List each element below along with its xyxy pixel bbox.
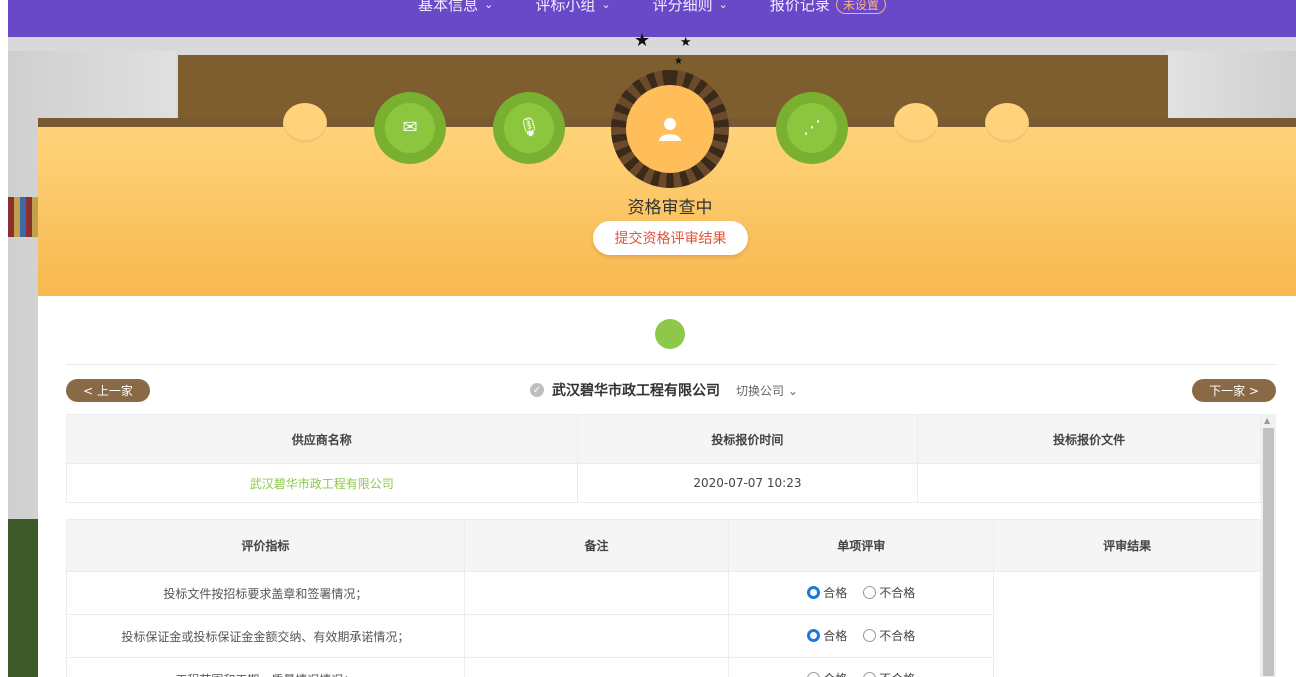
vertical-scrollbar[interactable]: ▲ <box>1261 414 1276 677</box>
single-review-cell: 合格 不合格 <box>728 657 995 677</box>
table-header-row: 供应商名称 投标报价时间 投标报价文件 <box>66 414 1261 464</box>
scroll-up-icon[interactable]: ▲ <box>1264 416 1270 425</box>
quote-time-cell: 2020-07-07 10:23 <box>576 463 919 503</box>
nav-review-team[interactable]: 评标小组 ⌄ <box>535 0 610 15</box>
radio-pass[interactable]: 合格 <box>807 670 847 677</box>
chevron-down-icon: ⌄ <box>484 0 494 11</box>
radio-fail[interactable]: 不合格 <box>863 670 915 677</box>
stage-title: 资格审查中 <box>627 198 713 218</box>
quote-file-cell <box>917 463 1261 503</box>
company-switcher: ✓ 武汉碧华市政工程有限公司 切换公司 ⌄ <box>530 379 798 401</box>
chevron-down-icon: ⌄ <box>718 0 728 11</box>
star-icon: ★ <box>674 56 683 67</box>
column-header: 评审结果 <box>993 519 1261 572</box>
radio-checked-icon <box>807 629 821 642</box>
switch-label: 切换公司 <box>736 383 785 398</box>
radio-label: 不合格 <box>879 586 916 600</box>
star-icons: ★ ★ ★ <box>634 30 692 67</box>
step-qualification-current[interactable] <box>611 70 729 188</box>
radio-pass[interactable]: 合格 <box>807 584 847 601</box>
scrollbar-thumb[interactable] <box>1263 428 1274 676</box>
switch-company-dropdown[interactable]: 切换公司 ⌄ <box>736 382 798 399</box>
note-cell <box>463 571 730 615</box>
check-circle-icon: ✓ <box>530 383 544 397</box>
star-icon: ★ <box>634 30 651 51</box>
review-table: 评价指标 备注 单项评审 评审结果 投标文件按招标要求盖章和签署情况； 合格 不… <box>66 519 1261 677</box>
nav-scoring-rules[interactable]: 评分细则 ⌄ <box>653 0 728 15</box>
nav-quote-records[interactable]: 报价记录 未设置 <box>770 0 886 15</box>
radio-group: 合格 不合格 <box>807 627 915 644</box>
status-dot <box>655 319 685 349</box>
radio-checked-icon <box>807 586 821 599</box>
submit-review-button[interactable]: 提交资格评审结果 <box>593 221 748 255</box>
indicator-cell: 工程范围和工期、质量情况情况； <box>66 657 465 677</box>
star-icon: ★ <box>679 35 692 50</box>
column-header: 评价指标 <box>66 519 465 572</box>
column-header: 投标报价时间 <box>576 414 919 464</box>
single-review-cell: 合格 不合格 <box>728 614 995 658</box>
chevron-down-icon: ⌄ <box>601 0 611 11</box>
radio-label: 合格 <box>823 629 848 643</box>
grass-patch <box>8 519 40 677</box>
nav-basic-info[interactable]: 基本信息 ⌄ <box>418 0 493 15</box>
divider <box>66 364 1276 365</box>
nav-label: 基本信息 <box>418 0 479 14</box>
table-header-row: 评价指标 备注 单项评审 评审结果 <box>66 519 1261 572</box>
radio-unchecked-icon <box>807 672 821 677</box>
table-row: 武汉碧华市政工程有限公司 2020-07-07 10:23 <box>66 463 1261 503</box>
supplier-table: 供应商名称 投标报价时间 投标报价文件 武汉碧华市政工程有限公司 2020-07… <box>66 414 1261 503</box>
radio-group: 合格 不合格 <box>807 670 915 677</box>
column-header: 投标报价文件 <box>917 414 1261 464</box>
table-row: 投标文件按招标要求盖章和签署情况； 合格 不合格 <box>66 571 1261 677</box>
user-icon <box>626 85 714 173</box>
note-cell <box>463 657 730 677</box>
radio-pass[interactable]: 合格 <box>807 627 847 644</box>
indicator-cell: 投标保证金或投标保证金金额交纳、有效期承诺情况； <box>66 614 465 658</box>
column-header: 单项评审 <box>728 519 995 572</box>
nav-label: 评标小组 <box>535 0 596 14</box>
single-review-cell: 合格 不合格 <box>728 571 995 615</box>
radio-unchecked-icon <box>863 629 877 642</box>
radio-unchecked-icon <box>863 672 877 677</box>
prev-company-button[interactable]: < 上一家 <box>66 379 150 402</box>
radio-label: 不合格 <box>879 670 915 677</box>
radio-unchecked-icon <box>863 586 877 599</box>
radio-group: 合格 不合格 <box>807 584 915 601</box>
column-header: 备注 <box>463 519 730 572</box>
radio-fail[interactable]: 不合格 <box>863 584 915 601</box>
nav-label: 评分细则 <box>652 0 713 14</box>
nav-label: 报价记录 <box>769 0 830 14</box>
note-cell <box>463 614 730 658</box>
radio-fail[interactable]: 不合格 <box>863 627 915 644</box>
chevron-down-icon: ⌄ <box>787 383 798 398</box>
radio-label: 合格 <box>823 670 847 677</box>
radio-label: 不合格 <box>879 629 916 643</box>
indicator-cell: 投标文件按招标要求盖章和签署情况； <box>66 571 465 615</box>
supplier-name-cell[interactable]: 武汉碧华市政工程有限公司 <box>66 463 578 503</box>
status-badge: 未设置 <box>835 0 886 14</box>
review-result-cell <box>993 571 1261 677</box>
radio-label: 合格 <box>823 586 848 600</box>
company-name: 武汉碧华市政工程有限公司 <box>552 383 720 399</box>
next-company-button[interactable]: 下一家 > <box>1192 379 1276 402</box>
column-header: 供应商名称 <box>66 414 578 464</box>
